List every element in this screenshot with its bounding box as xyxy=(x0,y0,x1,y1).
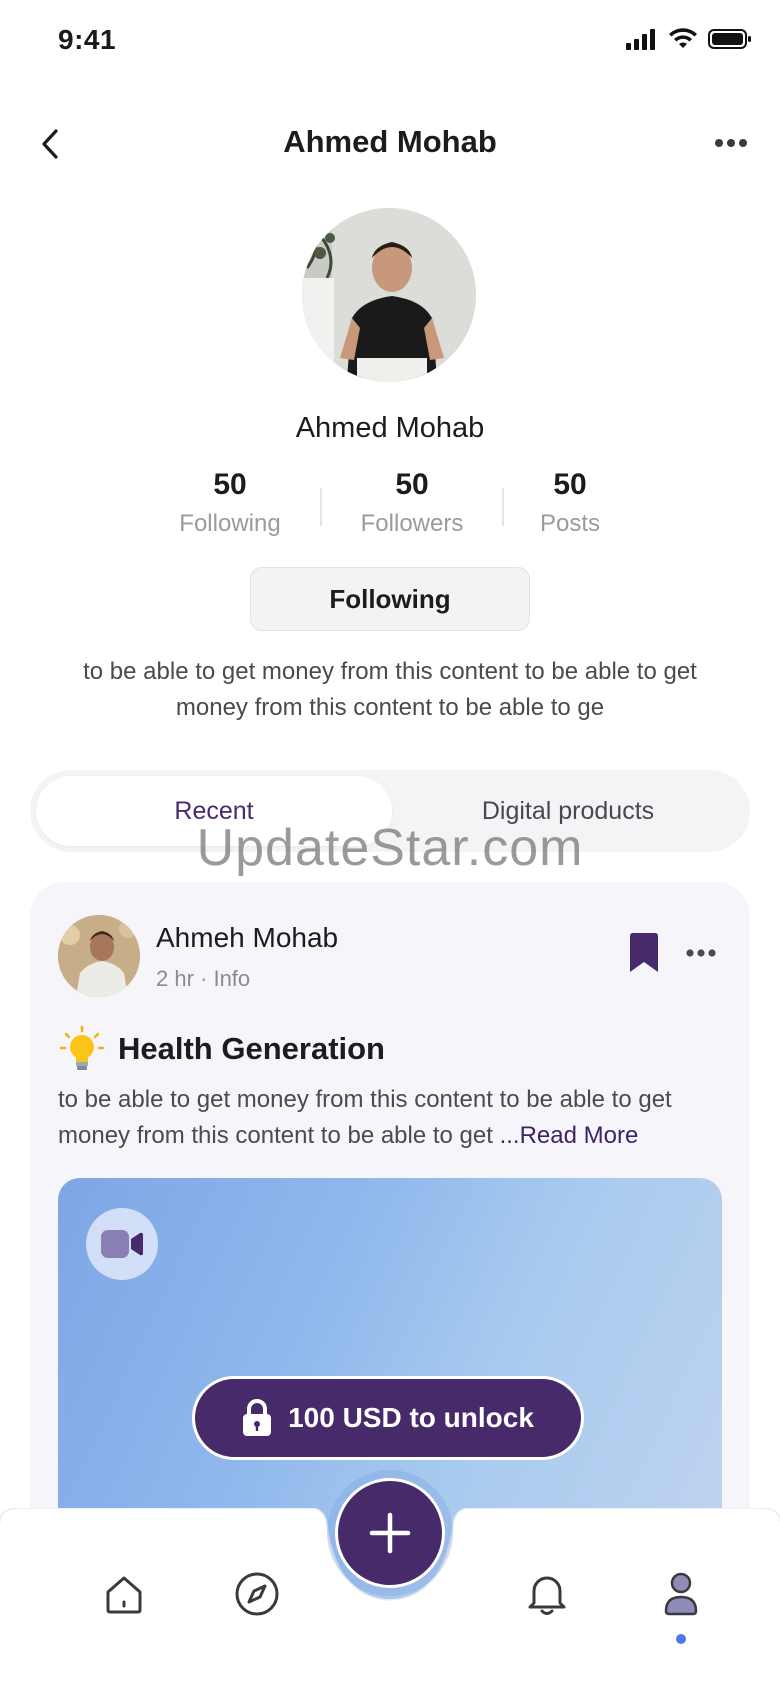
post-body: to be able to get money from this conten… xyxy=(58,1082,728,1154)
following-button[interactable]: Following xyxy=(250,567,530,631)
plus-icon xyxy=(369,1512,411,1554)
stat-following[interactable]: 50 Following xyxy=(150,468,310,538)
compass-icon xyxy=(235,1572,279,1616)
profile-avatar xyxy=(302,208,476,382)
unlock-button[interactable]: 100 USD to unlock xyxy=(192,1376,584,1460)
battery-icon xyxy=(708,29,751,49)
stat-divider xyxy=(320,488,322,526)
more-options-button[interactable] xyxy=(706,128,756,158)
more-horizontal-icon xyxy=(686,949,716,957)
post-meta: 2 hr · Info xyxy=(156,966,251,991)
profile-stats: 50 Following 50 Followers 50 Posts xyxy=(150,468,630,548)
nav-explore[interactable] xyxy=(227,1564,287,1624)
profile-name: Ahmed Mohab xyxy=(295,412,485,444)
status-bar: 9:41 xyxy=(0,0,780,90)
stat-value: 50 xyxy=(553,468,587,501)
page-title: Ahmed Mohab xyxy=(283,124,497,159)
bell-icon xyxy=(528,1576,566,1615)
post-more-button[interactable] xyxy=(676,938,726,968)
nav-home[interactable] xyxy=(94,1564,154,1624)
wifi-icon xyxy=(669,28,697,48)
stat-followers[interactable]: 50 Followers xyxy=(332,468,492,538)
stat-value: 50 xyxy=(213,468,247,501)
post-title-row: Health Generation xyxy=(58,1024,385,1074)
unlock-label: 100 USD to unlock xyxy=(288,1402,534,1433)
stat-label: Following xyxy=(179,510,281,537)
status-time: 9:41 xyxy=(58,24,117,55)
author-avatar[interactable] xyxy=(58,915,140,997)
video-badge xyxy=(86,1208,158,1280)
header: Ahmed Mohab xyxy=(0,110,780,180)
nav-notifications[interactable] xyxy=(517,1564,577,1624)
home-icon xyxy=(106,1576,142,1614)
video-camera-icon xyxy=(101,1230,143,1258)
tab-digital-products[interactable]: Digital products xyxy=(392,776,744,846)
lightbulb-icon xyxy=(59,1025,105,1070)
content-tabs: Recent Digital products xyxy=(30,770,750,852)
active-indicator-dot xyxy=(676,1634,686,1644)
status-icons xyxy=(626,28,752,50)
create-post-button[interactable] xyxy=(335,1478,445,1588)
user-icon xyxy=(664,1572,698,1616)
stat-label: Posts xyxy=(539,510,601,537)
profile-photo xyxy=(302,208,476,382)
stat-label: Followers xyxy=(360,510,464,537)
nav-profile[interactable] xyxy=(651,1564,711,1624)
stat-value: 50 xyxy=(395,468,429,501)
profile-bio: to be able to get money from this conten… xyxy=(83,658,697,721)
tab-recent[interactable]: Recent xyxy=(36,776,392,846)
author-photo xyxy=(58,915,140,997)
bottom-navigation xyxy=(0,1478,780,1687)
read-more-link[interactable]: ...Read More xyxy=(500,1122,639,1149)
cellular-signal-icon xyxy=(626,29,655,50)
lock-icon xyxy=(243,1399,272,1436)
more-horizontal-icon xyxy=(715,139,747,147)
post-title: Health Generation xyxy=(118,1031,385,1066)
bookmark-icon[interactable] xyxy=(626,932,662,974)
stat-posts[interactable]: 50 Posts xyxy=(490,468,650,538)
post-author-name[interactable]: Ahmeh Mohab xyxy=(156,922,338,954)
